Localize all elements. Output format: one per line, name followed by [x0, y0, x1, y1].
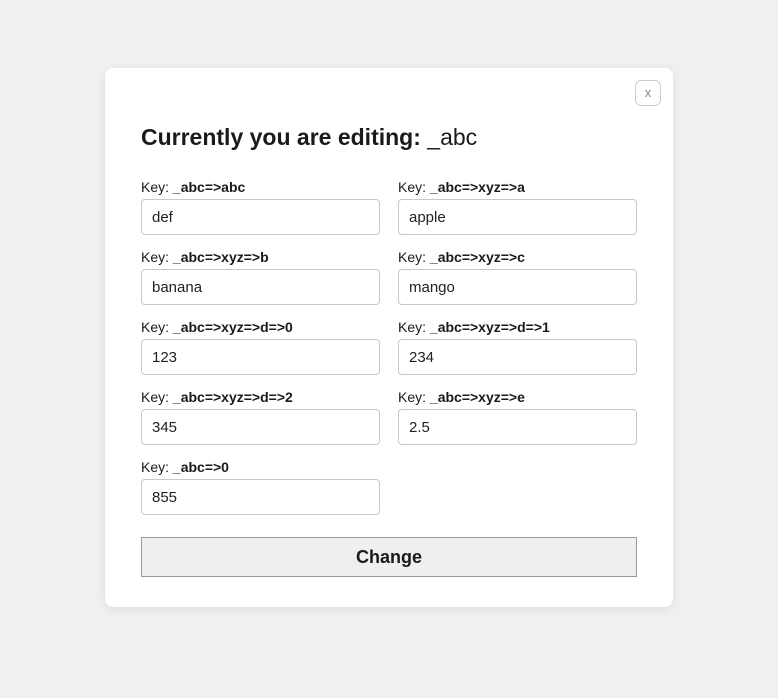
field-input[interactable] [141, 409, 380, 445]
field-row: Key: _abc=>abc [141, 179, 380, 235]
label-prefix: Key: [141, 249, 173, 265]
field-row: Key: _abc=>0 [141, 459, 380, 515]
field-input[interactable] [141, 269, 380, 305]
label-prefix: Key: [141, 319, 173, 335]
label-prefix: Key: [398, 319, 430, 335]
field-row: Key: _abc=>xyz=>e [398, 389, 637, 445]
change-button[interactable]: Change [141, 537, 637, 577]
label-prefix: Key: [141, 179, 173, 195]
label-path: _abc=>xyz=>a [430, 179, 525, 195]
close-button[interactable]: x [635, 80, 661, 106]
field-row: Key: _abc=>xyz=>d=>1 [398, 319, 637, 375]
edit-modal: x Currently you are editing: _abc Key: _… [105, 68, 673, 607]
field-input[interactable] [141, 479, 380, 515]
label-path: _abc=>xyz=>d=>1 [430, 319, 550, 335]
field-label: Key: _abc=>xyz=>b [141, 249, 380, 265]
field-label: Key: _abc=>xyz=>a [398, 179, 637, 195]
field-input[interactable] [398, 199, 637, 235]
title-separator: : [413, 124, 427, 150]
title-prefix: Currently you are editing [141, 124, 413, 150]
label-prefix: Key: [398, 389, 430, 405]
field-label: Key: _abc=>0 [141, 459, 380, 475]
modal-title: Currently you are editing: _abc [141, 124, 637, 151]
field-row: Key: _abc=>xyz=>d=>2 [141, 389, 380, 445]
field-input[interactable] [141, 339, 380, 375]
field-row: Key: _abc=>xyz=>c [398, 249, 637, 305]
field-input[interactable] [398, 269, 637, 305]
field-input[interactable] [398, 409, 637, 445]
field-input[interactable] [398, 339, 637, 375]
label-path: _abc=>xyz=>d=>0 [173, 319, 293, 335]
title-target: _abc [427, 124, 477, 150]
field-row: Key: _abc=>xyz=>b [141, 249, 380, 305]
field-label: Key: _abc=>xyz=>e [398, 389, 637, 405]
label-path: _abc=>xyz=>c [430, 249, 525, 265]
field-label: Key: _abc=>xyz=>d=>2 [141, 389, 380, 405]
field-input[interactable] [141, 199, 380, 235]
field-label: Key: _abc=>abc [141, 179, 380, 195]
label-prefix: Key: [398, 249, 430, 265]
field-label: Key: _abc=>xyz=>d=>0 [141, 319, 380, 335]
label-prefix: Key: [141, 459, 173, 475]
field-label: Key: _abc=>xyz=>d=>1 [398, 319, 637, 335]
field-row: Key: _abc=>xyz=>d=>0 [141, 319, 380, 375]
label-path: _abc=>abc [173, 179, 245, 195]
fields-grid: Key: _abc=>abc Key: _abc=>xyz=>a Key: _a… [141, 179, 637, 515]
label-prefix: Key: [141, 389, 173, 405]
label-path: _abc=>xyz=>d=>2 [173, 389, 293, 405]
label-path: _abc=>xyz=>b [173, 249, 269, 265]
label-path: _abc=>xyz=>e [430, 389, 525, 405]
label-prefix: Key: [398, 179, 430, 195]
field-label: Key: _abc=>xyz=>c [398, 249, 637, 265]
label-path: _abc=>0 [173, 459, 229, 475]
field-row: Key: _abc=>xyz=>a [398, 179, 637, 235]
